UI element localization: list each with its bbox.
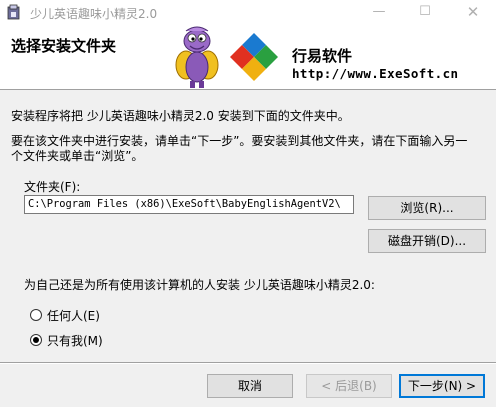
install-for-question: 为自己还是为所有使用该计算机的人安装 少儿英语趣味小精灵2.0: — [24, 278, 375, 292]
radio-everyone-label: 任何人(E) — [47, 308, 100, 323]
brand-name: 行易软件 — [292, 47, 353, 65]
radio-only-me[interactable]: 只有我(M) — [30, 332, 103, 348]
mascot-image — [175, 26, 219, 88]
maximize-button[interactable]: ☐ — [402, 0, 448, 25]
disk-cost-button[interactable]: 磁盘开销(D)... — [368, 229, 486, 253]
cancel-button[interactable]: 取消 — [207, 374, 293, 398]
exesoft-logo-icon — [230, 33, 278, 81]
radio-everyone-circle[interactable] — [30, 309, 42, 321]
footer-divider — [0, 362, 496, 364]
brand-url: http://www.ExeSoft.cn — [292, 66, 459, 81]
radio-only-me-label: 只有我(M) — [47, 333, 103, 348]
minimize-icon: — — [372, 4, 386, 19]
title-bar: 少儿英语趣味小精灵2.0 — ☐ ✕ — [0, 0, 496, 25]
minimize-button[interactable]: — — [356, 0, 402, 25]
instruction-line-2: 个文件夹或单击“浏览”。 — [11, 149, 144, 163]
close-button[interactable]: ✕ — [450, 0, 496, 25]
back-button[interactable]: < 后退(B) — [306, 374, 392, 398]
radio-everyone[interactable]: 任何人(E) — [30, 307, 100, 323]
intro-text: 安装程序将把 少儿英语趣味小精灵2.0 安装到下面的文件夹中。 — [11, 109, 350, 123]
browse-button[interactable]: 浏览(R)... — [368, 196, 486, 220]
radio-only-me-circle[interactable] — [30, 334, 42, 346]
close-icon: ✕ — [466, 3, 480, 21]
window-title: 少儿英语趣味小精灵2.0 — [30, 7, 158, 21]
installer-app-icon — [7, 4, 20, 20]
page-heading: 选择安装文件夹 — [11, 37, 117, 55]
header-banner: 选择安装文件夹 行易软件 http://www.ExeSoft.cn — [0, 25, 496, 90]
folder-path-input[interactable]: C:\Program Files (x86)\ExeSoft\BabyEngli… — [24, 195, 354, 214]
folder-label: 文件夹(F): — [24, 180, 81, 194]
maximize-icon: ☐ — [419, 4, 431, 19]
next-button[interactable]: 下一步(N) > — [399, 374, 485, 398]
